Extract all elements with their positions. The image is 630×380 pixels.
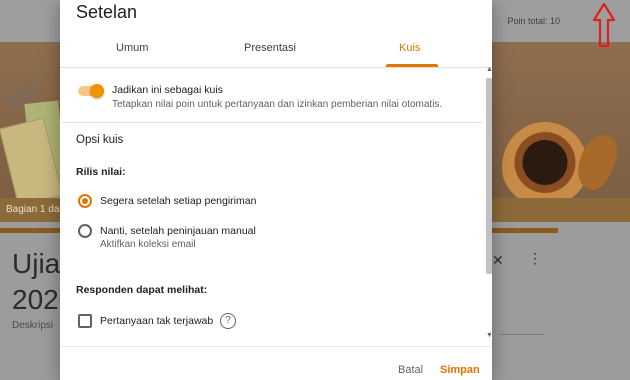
divider: [62, 122, 482, 123]
more-vert-icon[interactable]: ⋮: [528, 250, 542, 267]
active-tab-indicator: [386, 64, 438, 67]
release-later-radio[interactable]: [78, 224, 92, 238]
tab-kuis[interactable]: Kuis: [399, 42, 420, 54]
divider: [500, 334, 544, 335]
release-immediately-radio[interactable]: [78, 194, 92, 208]
footer-divider: [60, 346, 492, 347]
close-icon[interactable]: ✕: [492, 252, 504, 269]
release-immediately-label[interactable]: Segera setelah setiap pengiriman: [100, 195, 256, 207]
quiz-options-heading: Opsi kuis: [76, 134, 124, 146]
scroll-down-icon[interactable]: ▼: [486, 332, 493, 339]
annotation-arrow-up-icon: [592, 2, 616, 48]
quiz-toggle-description: Tetapkan nilai poin untuk pertanyaan dan…: [112, 99, 443, 110]
form-description: Deskripsi: [12, 320, 54, 331]
tab-umum[interactable]: Umum: [116, 42, 148, 54]
toggle-knob: [90, 84, 104, 98]
dialog-title: Setelan: [76, 2, 138, 22]
cancel-button[interactable]: Batal: [398, 364, 423, 376]
release-grade-heading: Rilis nilai:: [76, 166, 126, 178]
respondents-can-see-heading: Responden dapat melihat:: [76, 284, 208, 296]
settings-content: Jadikan ini sebagai kuis Tetapkan nilai …: [60, 68, 492, 342]
help-circle-icon[interactable]: ?: [220, 313, 236, 329]
settings-tabs: Umum Presentasi Kuis: [60, 34, 492, 68]
scroll-up-icon[interactable]: ▲: [486, 66, 493, 73]
points-total: Poin total: 10: [507, 16, 560, 26]
save-button[interactable]: Simpan: [440, 364, 480, 376]
release-later-description: Aktifkan koleksi email: [100, 239, 196, 250]
tab-presentasi[interactable]: Presentasi: [244, 42, 296, 54]
settings-dialog: Setelan Umum Presentasi Kuis Jadikan ini…: [60, 0, 493, 380]
quiz-toggle-label: Jadikan ini sebagai kuis: [112, 84, 223, 96]
section-label: Bagian 1 da: [6, 204, 60, 215]
release-later-label[interactable]: Nanti, setelah peninjauan manual: [100, 225, 256, 237]
missed-questions-label[interactable]: Pertanyaan tak terjawab: [100, 315, 213, 327]
missed-questions-checkbox[interactable]: [78, 314, 92, 328]
scrollbar-thumb[interactable]: [486, 78, 492, 274]
quiz-toggle[interactable]: [76, 84, 104, 98]
question-card: [492, 228, 558, 350]
